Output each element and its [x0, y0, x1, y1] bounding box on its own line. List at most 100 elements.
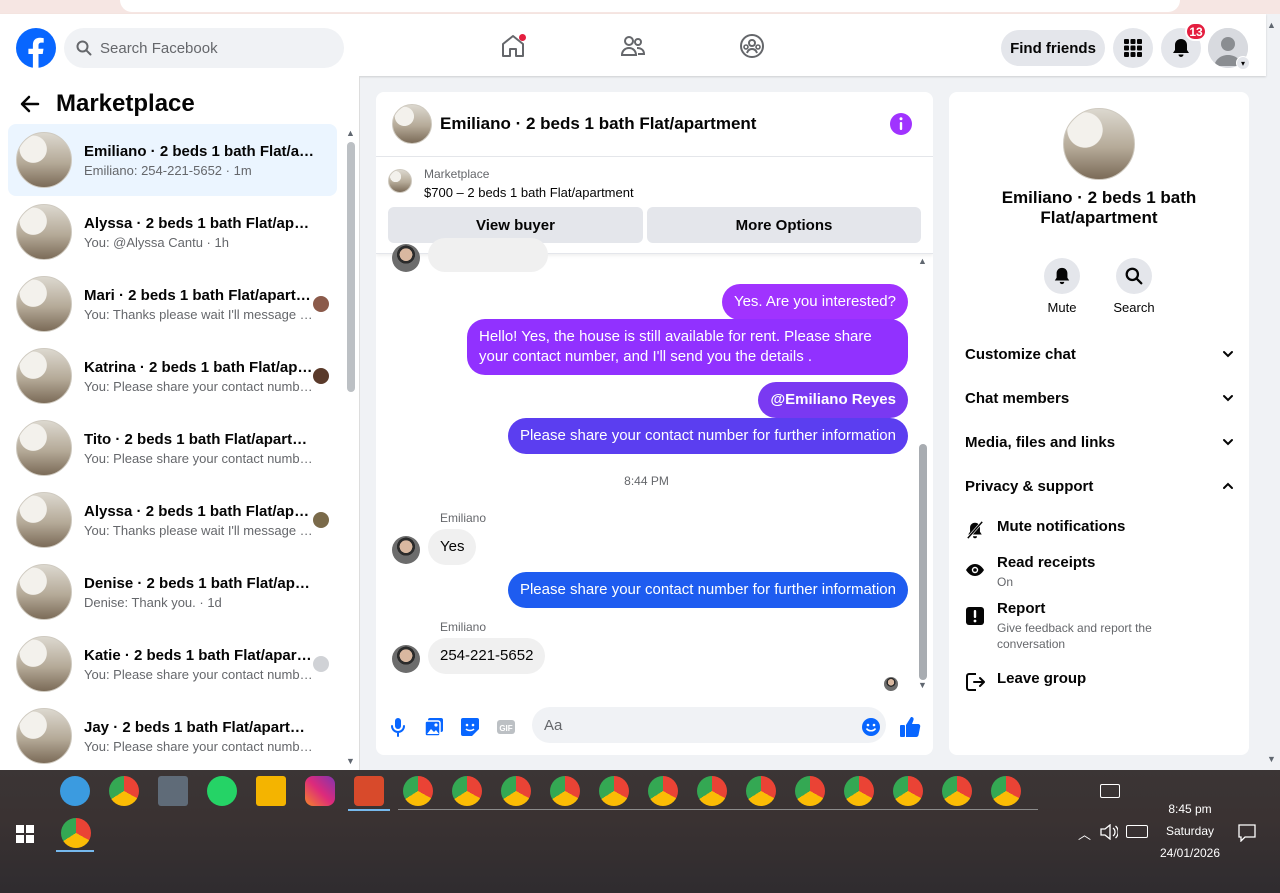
back-arrow-icon[interactable]: [20, 94, 40, 114]
instagram-icon[interactable]: [305, 776, 335, 806]
page-scroll-up-icon[interactable]: ▲: [1267, 20, 1276, 30]
media-files-links-section[interactable]: Media, files and links: [965, 430, 1235, 454]
outgoing-mention[interactable]: @Emiliano Reyes: [758, 382, 908, 418]
outgoing-message[interactable]: Please share your contact number for fur…: [507, 572, 908, 608]
clock-date[interactable]: 24/01/2026: [1156, 846, 1224, 860]
incoming-message[interactable]: Yes: [428, 529, 477, 565]
incoming-message[interactable]: 254-221-5652: [428, 638, 546, 674]
chat-photo[interactable]: [1063, 108, 1135, 180]
chrome-icon[interactable]: [501, 776, 531, 806]
outgoing-message[interactable]: Hello! Yes, the house is still available…: [467, 319, 908, 375]
customize-chat-section[interactable]: Customize chat: [965, 342, 1235, 366]
conversation-title: Mari · 2 beds 1 bath Flat/apartment: [84, 286, 316, 304]
search-input[interactable]: [100, 39, 320, 57]
chrome-icon[interactable]: [109, 776, 139, 806]
facebook-logo-icon[interactable]: [16, 28, 56, 68]
chrome-icon[interactable]: [746, 776, 776, 806]
chrome-icon[interactable]: [697, 776, 727, 806]
search-in-conversation-button[interactable]: Search: [1104, 258, 1164, 315]
conversation-item[interactable]: Tito · 2 beds 1 bath Flat/apartment You: …: [8, 412, 337, 484]
conversation-preview: You: Thanks please wait I'll message you…: [84, 306, 316, 322]
conversation-item[interactable]: Alyssa · 2 beds 1 bath Flat/apartment You…: [8, 196, 337, 268]
report-item[interactable]: Report Give feedback and report the conv…: [965, 600, 1235, 652]
scroll-down-arrow-icon[interactable]: ▼: [918, 680, 927, 690]
clock-day[interactable]: Saturday: [1160, 824, 1220, 838]
chrome-icon[interactable]: [403, 776, 433, 806]
scroll-up-arrow-icon[interactable]: ▲: [918, 256, 927, 266]
app-icon[interactable]: [354, 776, 384, 806]
chrome-icon[interactable]: [648, 776, 678, 806]
scroll-up-arrow-icon[interactable]: ▲: [346, 128, 355, 138]
chat-thumbnail[interactable]: [392, 104, 432, 144]
conversation-item[interactable]: Alyssa · 2 beds 1 bath Flat/apartment You…: [8, 484, 337, 556]
chrome-icon[interactable]: [844, 776, 874, 806]
active-app-indicator: [348, 809, 390, 811]
desktop-tray-icon[interactable]: [1100, 784, 1120, 798]
notifications-bell-icon[interactable]: 13: [1161, 22, 1207, 68]
info-icon[interactable]: [889, 112, 913, 136]
home-icon[interactable]: [499, 32, 527, 60]
emoji-icon[interactable]: [859, 715, 883, 739]
outgoing-message[interactable]: Yes. Are you interested?: [721, 284, 908, 320]
keyboard-icon[interactable]: [1126, 825, 1148, 838]
mute-label: Mute: [1047, 300, 1077, 315]
conversation-item[interactable]: Katrina · 2 beds 1 bath Flat/apartment Yo…: [8, 340, 337, 412]
sender-name: Emiliano: [440, 620, 487, 634]
page-scroll-down-icon[interactable]: ▼: [1267, 754, 1276, 764]
mute-button[interactable]: Mute: [1032, 258, 1092, 315]
microphone-icon[interactable]: [386, 715, 410, 739]
more-options-button[interactable]: More Options: [647, 207, 921, 243]
sticker-icon[interactable]: [458, 715, 482, 739]
message-input[interactable]: [532, 707, 886, 743]
gif-icon[interactable]: GIF: [494, 715, 518, 739]
notification-center-icon[interactable]: [1238, 824, 1256, 842]
search-bar[interactable]: [64, 28, 344, 68]
calculator-icon[interactable]: [158, 776, 188, 806]
read-receipts-item[interactable]: Read receipts On: [965, 554, 1235, 590]
chrome-icon[interactable]: [893, 776, 923, 806]
chrome-icon[interactable]: [61, 818, 91, 848]
conversation-item[interactable]: Jay · 2 beds 1 bath Flat/apartment You: P…: [8, 700, 337, 772]
active-app-indicator: [56, 850, 94, 852]
clock-time[interactable]: 8:45 pm: [1160, 802, 1220, 816]
file-explorer-icon[interactable]: [256, 776, 286, 806]
chrome-icon[interactable]: [550, 776, 580, 806]
friends-icon[interactable]: [619, 32, 647, 60]
app-icon[interactable]: [60, 776, 90, 806]
listing-thumbnail: [388, 169, 412, 193]
windows-start-icon[interactable]: [16, 825, 34, 843]
whatsapp-icon[interactable]: [207, 776, 237, 806]
groups-icon[interactable]: [738, 32, 766, 60]
chrome-icon[interactable]: [599, 776, 629, 806]
item-label: Mute notifications: [997, 518, 1126, 535]
chrome-icon[interactable]: [942, 776, 972, 806]
address-bar[interactable]: [120, 0, 1180, 12]
thumbs-up-icon[interactable]: [898, 715, 922, 739]
find-friends-button[interactable]: Find friends: [1001, 30, 1105, 66]
chat-members-section[interactable]: Chat members: [965, 386, 1235, 410]
tray-chevron-up-icon[interactable]: ︿: [1078, 824, 1091, 843]
volume-icon[interactable]: [1100, 824, 1118, 840]
outgoing-message[interactable]: Please share your contact number for fur…: [507, 418, 908, 454]
chat-scrollbar[interactable]: [919, 444, 927, 680]
mute-notifications-item[interactable]: Mute notifications: [965, 518, 1235, 539]
scroll-down-arrow-icon[interactable]: ▼: [346, 756, 355, 766]
chevron-down-icon[interactable]: ▾: [1236, 56, 1250, 70]
menu-grid-icon[interactable]: [1113, 28, 1153, 68]
scrollbar[interactable]: [347, 142, 355, 392]
conversation-item[interactable]: Katie · 2 beds 1 bath Flat/apartment You:…: [8, 628, 337, 700]
listing-price[interactable]: $700 – 2 beds 1 bath Flat/apartment: [424, 185, 634, 200]
photo-icon[interactable]: [422, 715, 446, 739]
conversation-item[interactable]: Denise · 2 beds 1 bath Flat/apartment Den…: [8, 556, 337, 628]
conversation-item[interactable]: Emiliano · 2 beds 1 bath Flat/apartment E…: [8, 124, 337, 196]
chrome-icon[interactable]: [991, 776, 1021, 806]
privacy-support-section[interactable]: Privacy & support: [965, 474, 1235, 498]
chevron-down-icon: [1223, 351, 1233, 358]
chat-title[interactable]: Emiliano · 2 beds 1 bath Flat/apartment: [440, 114, 756, 134]
chrome-icon[interactable]: [452, 776, 482, 806]
leave-group-item[interactable]: Leave group: [965, 670, 1235, 691]
notification-count-badge: 13: [1185, 22, 1207, 41]
chrome-icon[interactable]: [795, 776, 825, 806]
listing-thumbnail: [16, 708, 72, 764]
conversation-item[interactable]: Mari · 2 beds 1 bath Flat/apartment You: …: [8, 268, 337, 340]
